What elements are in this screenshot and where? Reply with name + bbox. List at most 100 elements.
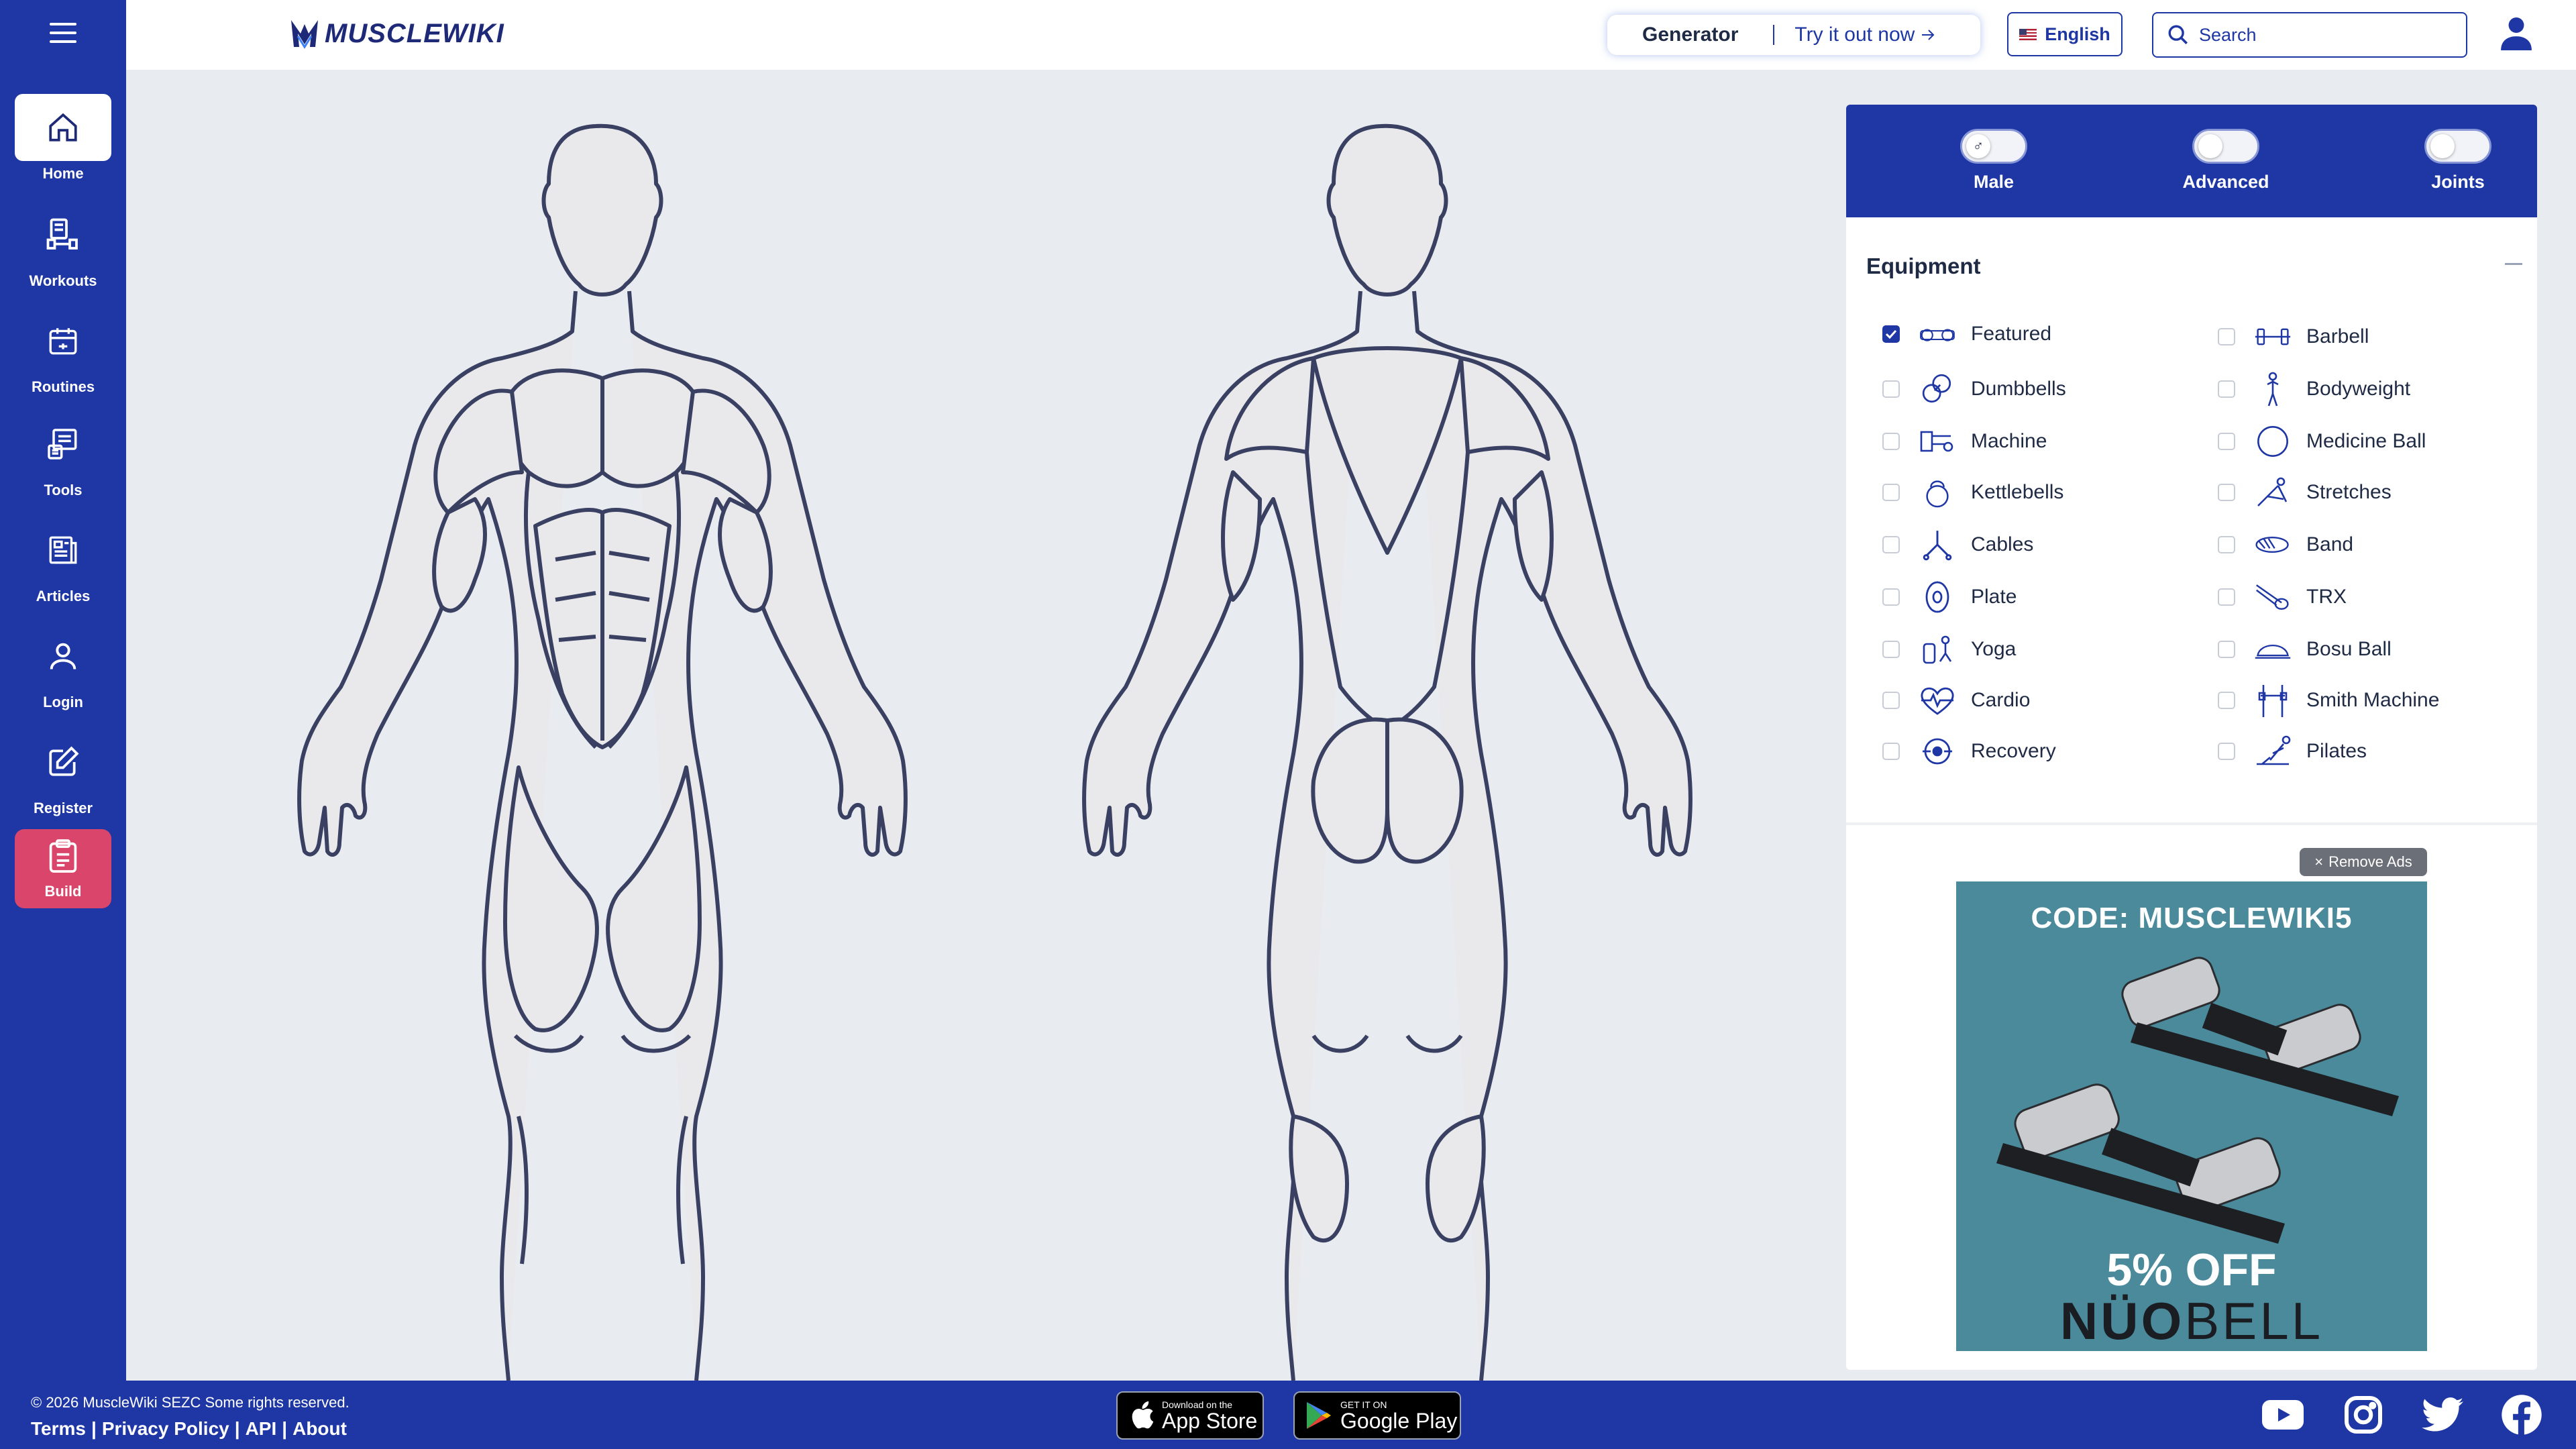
tools-icon — [15, 411, 111, 478]
equipment-band[interactable]: Band — [2218, 525, 2353, 565]
footer-links: Terms | Privacy Policy | API | About — [31, 1418, 352, 1440]
about-link[interactable]: About — [292, 1418, 347, 1440]
featured-icon — [1919, 315, 1956, 353]
musclewiki-logo[interactable]: MUSCLEWIKI — [290, 17, 504, 50]
checkbox-kettlebells[interactable] — [1882, 484, 1900, 501]
checkbox-trx[interactable] — [2218, 588, 2235, 606]
checkbox-cables[interactable] — [1882, 536, 1900, 553]
app-store-text: Download on the App Store — [1162, 1399, 1258, 1433]
equipment-yoga[interactable]: Yoga — [1882, 629, 2016, 669]
menu-icon[interactable] — [50, 23, 76, 43]
checkbox-plate[interactable] — [1882, 588, 1900, 606]
equipment-plate[interactable]: Plate — [1882, 577, 2017, 617]
equipment-smith-machine[interactable]: Smith Machine — [2218, 680, 2439, 720]
equipment-bodyweight[interactable]: Bodyweight — [2218, 369, 2410, 409]
checkbox-cardio[interactable] — [1882, 692, 1900, 709]
sidebar-item-login[interactable]: Login — [15, 623, 111, 710]
male-symbol-icon: ♂ — [1966, 134, 1990, 158]
logo-icon — [291, 20, 318, 49]
search-placeholder: Search — [2199, 24, 2257, 45]
app-store-badge[interactable]: Download on the App Store — [1116, 1391, 1264, 1440]
api-link[interactable]: API — [246, 1418, 277, 1440]
checkbox-barbell[interactable] — [2218, 328, 2235, 345]
advanced-switch[interactable] — [2192, 129, 2259, 164]
google-play-badge[interactable]: GET IT ON Google Play — [1293, 1391, 1461, 1440]
sidebar: Home Workouts Routines Tools Articles Lo… — [0, 0, 126, 1381]
ad-code: CODE: MUSCLEWIKI5 — [2031, 902, 2353, 934]
sidebar-item-register[interactable]: Register — [15, 729, 111, 816]
checkbox-machine[interactable] — [1882, 433, 1900, 450]
try-it-out-link[interactable]: Try it out now — [1794, 23, 1915, 46]
equipment-machine[interactable]: Machine — [1882, 421, 2047, 462]
equipment-barbell[interactable]: Barbell — [2218, 317, 2369, 357]
recovery-icon — [1919, 733, 1956, 770]
sidebar-item-home[interactable]: Home — [15, 94, 111, 182]
heart-icon — [1919, 682, 1956, 719]
checkbox-dumbbells[interactable] — [1882, 380, 1900, 398]
male-switch[interactable]: ♂ — [1960, 129, 2027, 164]
sidebar-item-tools[interactable]: Tools — [15, 411, 111, 498]
filter-panel: ♂ Male Advanced Joints Equipment Feature… — [1846, 105, 2537, 1370]
equipment-kettlebells[interactable]: Kettlebells — [1882, 472, 2063, 513]
checkbox-smith-machine[interactable] — [2218, 692, 2235, 709]
close-icon: × — [2314, 853, 2324, 870]
equipment-dumbbells[interactable]: Dumbbells — [1882, 369, 2066, 409]
toggle-male[interactable]: ♂ Male — [1947, 129, 2041, 193]
checkbox-bodyweight[interactable] — [2218, 380, 2235, 398]
equipment-cables[interactable]: Cables — [1882, 525, 2033, 565]
sidebar-item-build[interactable]: Build — [15, 829, 111, 908]
account-icon[interactable] — [2500, 15, 2533, 56]
language-selector[interactable]: English — [2007, 12, 2123, 56]
checkbox-band[interactable] — [2218, 536, 2235, 553]
remove-ads-button[interactable]: × Remove Ads — [2300, 848, 2427, 876]
equipment-featured[interactable]: Featured — [1882, 314, 2051, 354]
equipment-cardio[interactable]: Cardio — [1882, 680, 2030, 720]
equipment-stretches[interactable]: Stretches — [2218, 472, 2392, 513]
terms-link[interactable]: Terms — [31, 1418, 86, 1440]
twitter-icon[interactable] — [2422, 1394, 2463, 1436]
checkbox-recovery[interactable] — [1882, 743, 1900, 760]
joints-switch[interactable] — [2424, 129, 2491, 164]
equipment-trx[interactable]: TRX — [2218, 577, 2347, 617]
privacy-link[interactable]: Privacy Policy — [102, 1418, 229, 1440]
checkbox-medicine-ball[interactable] — [2218, 433, 2235, 450]
checkbox-featured[interactable] — [1882, 325, 1900, 343]
sidebar-item-workouts[interactable]: Workouts — [15, 201, 111, 289]
sidebar-item-routines[interactable]: Routines — [15, 307, 111, 395]
checkbox-bosu-ball[interactable] — [2218, 641, 2235, 658]
equipment-medicine-ball[interactable]: Medicine Ball — [2218, 421, 2426, 462]
workouts-icon — [15, 201, 111, 268]
facebook-icon[interactable] — [2501, 1394, 2542, 1436]
sidebar-item-articles[interactable]: Articles — [15, 517, 111, 604]
checkbox-pilates[interactable] — [2218, 743, 2235, 760]
user-icon — [15, 623, 111, 690]
equipment-recovery[interactable]: Recovery — [1882, 731, 2056, 771]
checkbox-stretches[interactable] — [2218, 484, 2235, 501]
collapse-icon[interactable] — [2505, 263, 2522, 265]
bodyweight-icon — [2254, 370, 2292, 408]
front-body-figure[interactable] — [297, 123, 908, 1381]
arrow-right-icon — [1922, 30, 1935, 40]
toggle-advanced[interactable]: Advanced — [2179, 129, 2273, 193]
barbell-icon — [2254, 318, 2292, 356]
trx-icon — [2254, 578, 2292, 616]
dumbbell-icon — [1919, 370, 1956, 408]
checkbox-yoga[interactable] — [1882, 641, 1900, 658]
ad-banner[interactable]: CODE: MUSCLEWIKI5 5% OFF NÜOBELL — [1956, 881, 2427, 1351]
search-input[interactable]: Search — [2152, 12, 2467, 58]
apple-icon — [1132, 1401, 1154, 1429]
back-body-figure[interactable] — [1082, 123, 1693, 1381]
edit-icon — [15, 729, 111, 796]
switch-knob — [2198, 134, 2222, 158]
articles-icon — [15, 517, 111, 584]
equipment-bosu-ball[interactable]: Bosu Ball — [2218, 629, 2392, 669]
equipment-pilates[interactable]: Pilates — [2218, 731, 2367, 771]
copyright-text: © 2026 MuscleWiki SEZC Some rights reser… — [31, 1394, 350, 1411]
machine-icon — [1919, 423, 1956, 460]
clipboard-icon — [15, 829, 111, 883]
instagram-icon[interactable] — [2343, 1394, 2384, 1436]
youtube-icon[interactable] — [2262, 1394, 2304, 1436]
toggle-joints[interactable]: Joints — [2411, 129, 2505, 193]
generator-promo[interactable]: Generator Try it out now — [1607, 15, 1980, 55]
kettlebell-icon — [1919, 474, 1956, 511]
